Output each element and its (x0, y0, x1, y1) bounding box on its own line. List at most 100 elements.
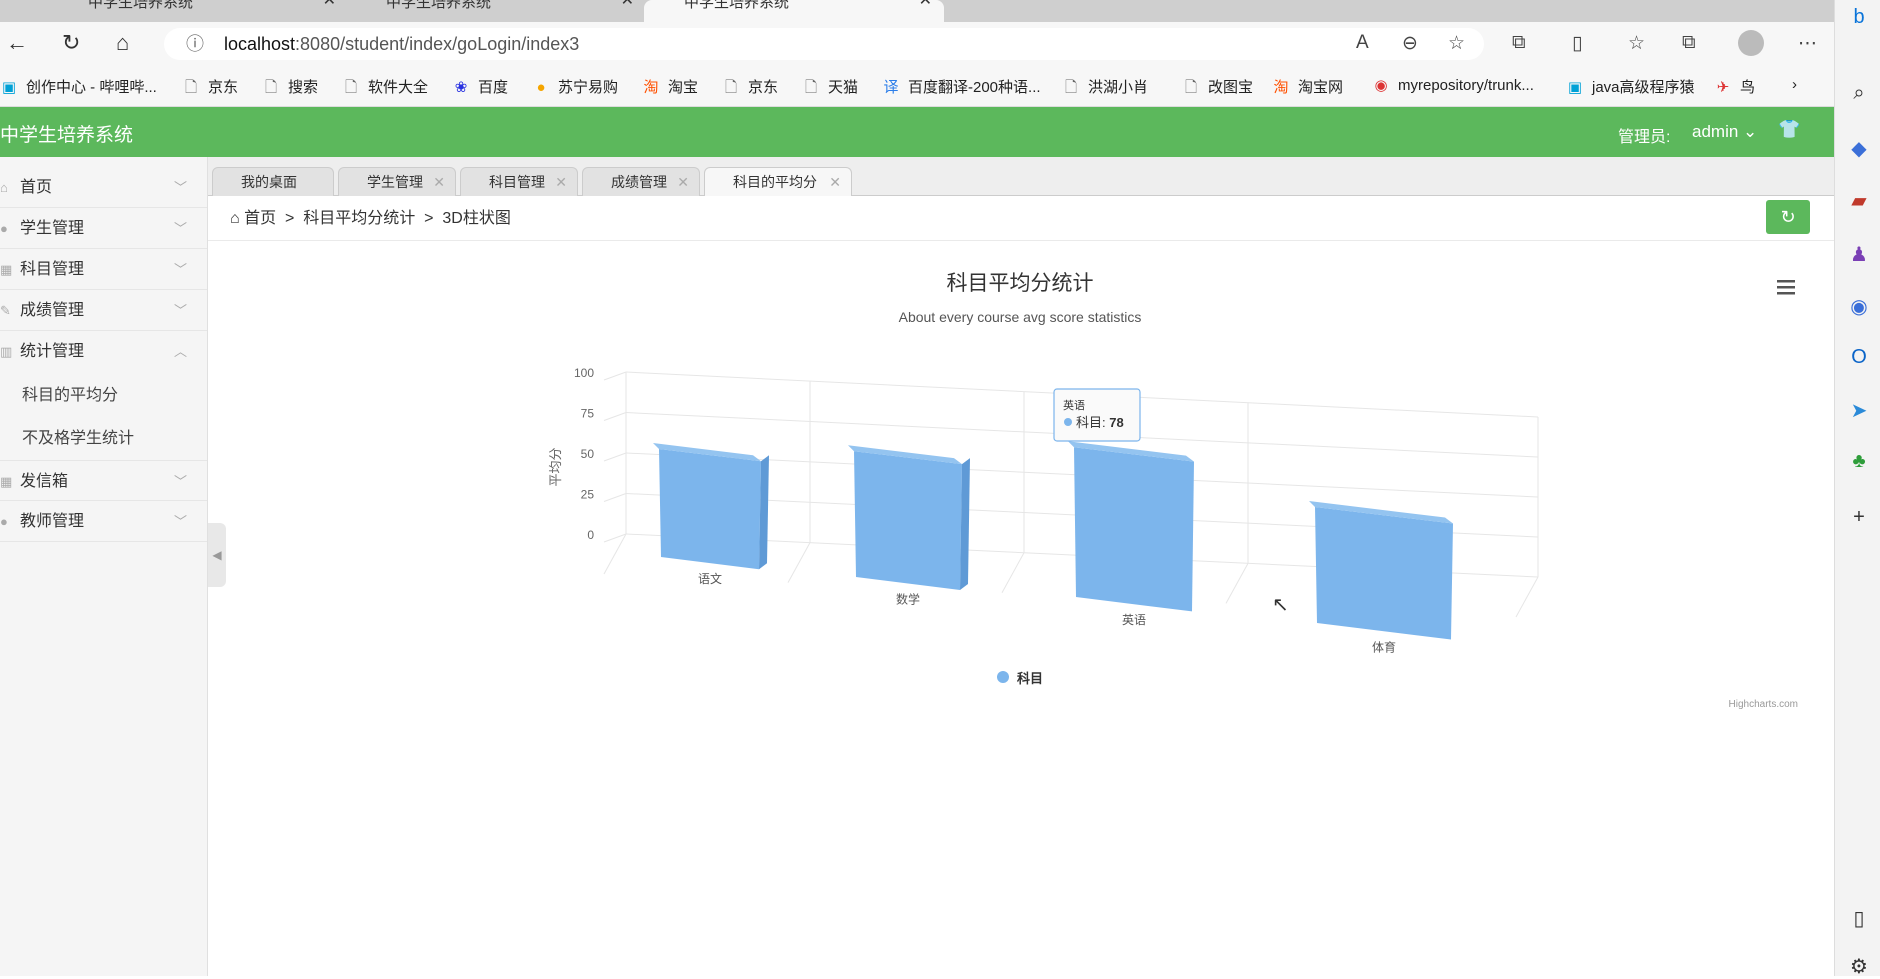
close-icon[interactable]: ✕ (829, 168, 841, 196)
floor-line (1515, 576, 1539, 618)
close-icon[interactable]: ✕ (555, 168, 567, 196)
bar[interactable] (848, 445, 970, 590)
close-icon[interactable]: ✕ (677, 168, 689, 196)
breadcrumb: ⌂ 首页 > 科目平均分统计 > 3D柱状图 (208, 196, 1834, 241)
browser-tab-active[interactable]: 中学生培养系统 ✕ (644, 0, 944, 22)
bookmark-item[interactable]: 译百度翻译-200种语... (882, 76, 1040, 97)
page-icon: 🗋 (804, 79, 818, 96)
collections-icon[interactable]: ⧉ (1682, 32, 1696, 54)
shopping-icon[interactable]: ◆ (1847, 136, 1871, 161)
browser-tab[interactable]: 中学生培养系统 ✕ (346, 0, 646, 22)
page-tab-strip: 我的桌面 学生管理 ✕ 科目管理 ✕ 成绩管理 ✕ 科目的平均分 ✕ (208, 157, 1834, 196)
settings-icon[interactable]: ⚙ (1847, 954, 1871, 979)
chevron-down-icon: ⌄ (1743, 122, 1758, 141)
tab-desktop[interactable]: 我的桌面 (212, 167, 334, 196)
legend-label: 科目 (1017, 671, 1043, 686)
bookmark-item[interactable]: 淘淘宝 (642, 76, 698, 97)
breadcrumb-level1[interactable]: 科目平均分统计 (303, 210, 415, 227)
bookmark-item[interactable]: 淘淘宝网 (1272, 76, 1343, 97)
close-icon[interactable]: ✕ (621, 0, 634, 9)
bar[interactable] (653, 443, 769, 570)
bookmark-item[interactable]: 🗋 搜索 (262, 76, 318, 102)
page-icon: 🗋 (344, 79, 358, 96)
sidebar-item-home[interactable]: ⌂ 首页 ﹀ (0, 167, 207, 208)
sidebar-item-fail-stats[interactable]: 不及格学生统计 (0, 418, 207, 459)
sidebar-item-avg-score[interactable]: 科目的平均分 (0, 375, 207, 416)
tooltip-value: 78 (1109, 415, 1123, 430)
sidebar-item-students[interactable]: ● 学生管理 ﹀ (0, 208, 207, 249)
tab-scores[interactable]: 成绩管理 ✕ (582, 167, 700, 196)
send-icon[interactable]: ➤ (1847, 398, 1871, 423)
sidebar-item-subjects[interactable]: ▦ 科目管理 ﹀ (0, 249, 207, 290)
bookmark-item[interactable]: 🗋 京东 (722, 76, 778, 102)
tree-icon[interactable]: ♣ (1847, 450, 1871, 473)
outlook-icon[interactable]: O (1847, 346, 1871, 369)
chart-title: 科目平均分统计 (947, 272, 1094, 295)
chart-menu-icon[interactable] (1777, 280, 1795, 295)
admin-menu[interactable]: admin ⌄ (1692, 122, 1757, 142)
bookmark-item[interactable]: 🗋 洪湖小肖 (1062, 76, 1148, 102)
browser-tab[interactable]: 中学生培养系统 ✕ (48, 0, 348, 22)
tab-label: 科目管理 (489, 174, 545, 190)
sidebar-item-teachers[interactable]: ● 教师管理 ﹀ (0, 501, 207, 542)
tooltip-series-line: 科目: 78 (1076, 415, 1124, 430)
skin-icon[interactable]: 👕 (1778, 119, 1800, 140)
bookmark-item[interactable]: 🗋 天猫 (802, 76, 858, 102)
zoom-icon[interactable]: ⊖ (1402, 32, 1418, 55)
bookmark-label: 百度 (478, 79, 509, 96)
chart: 科目平均分统计 About every course avg score sta… (548, 272, 1798, 710)
sidebar-label: 教师管理 (20, 513, 85, 530)
breadcrumb-home[interactable]: 首页 (244, 210, 276, 227)
bookmarks-more-icon[interactable]: › (1792, 76, 1797, 93)
table-icon: ▦ (0, 262, 13, 277)
home-icon[interactable]: ⌂ (116, 30, 129, 56)
info-icon[interactable]: ⓘ (186, 28, 204, 60)
floor-line (603, 533, 627, 575)
bookmark-item[interactable]: ❀ 百度 (452, 76, 508, 97)
profile-avatar[interactable] (1738, 30, 1764, 56)
sidebar-toggle-icon[interactable]: ▯ (1847, 906, 1871, 931)
search-icon[interactable]: ⌕ (1847, 82, 1871, 105)
add-icon[interactable]: + (1847, 506, 1871, 529)
bookmark-item[interactable]: 🗋 软件大全 (342, 76, 428, 102)
read-aloud-icon[interactable]: A (1356, 32, 1369, 54)
close-icon[interactable]: ✕ (323, 0, 336, 9)
close-icon[interactable]: ✕ (433, 168, 445, 196)
credits-link[interactable]: Highcharts.com (1729, 699, 1798, 710)
bing-icon[interactable]: b (1847, 6, 1871, 29)
extensions-icon[interactable]: ⧉ (1512, 32, 1526, 54)
sidebar-label: 科目的平均分 (22, 387, 119, 404)
tab-avg-score[interactable]: 科目的平均分 ✕ (704, 167, 852, 196)
more-icon[interactable]: ⋯ (1798, 32, 1817, 55)
favorite-add-icon[interactable]: ☆ (1448, 32, 1465, 55)
bookmark-item[interactable]: 🗋 改图宝 (1182, 76, 1253, 102)
url-input[interactable]: ⓘ localhost:8080/student/index/goLogin/in… (164, 28, 1484, 60)
bookmark-item[interactable]: 🗋 京东 (182, 76, 238, 102)
bookmark-item[interactable]: ● 苏宁易购 (532, 76, 618, 97)
sidebar-item-scores[interactable]: ✎ 成绩管理 ﹀ (0, 290, 207, 331)
tools-icon[interactable]: ▰ (1847, 188, 1871, 213)
sidebar-item-statistics[interactable]: ▥ 统计管理 ︿ (0, 331, 207, 372)
split-screen-icon[interactable]: ▯ (1572, 32, 1582, 55)
legend-item[interactable]: 科目 (997, 671, 1043, 686)
sidebar-item-outbox[interactable]: ▦ 发信箱 ﹀ (0, 460, 207, 501)
close-icon[interactable]: ✕ (919, 0, 932, 9)
taobao-icon: 淘 (1273, 79, 1289, 96)
bar[interactable] (1309, 501, 1453, 640)
games-icon[interactable]: ♟ (1847, 242, 1871, 267)
bar[interactable] (1068, 441, 1194, 612)
sidebar-label: 统计管理 (20, 343, 85, 360)
bookmark-item[interactable]: ◉ myrepository/trunk... (1372, 76, 1533, 94)
bilibili-icon: ▣ (1, 79, 17, 96)
bar-front (1074, 447, 1194, 612)
refresh-button[interactable]: ↻ (1766, 200, 1810, 234)
tab-students[interactable]: 学生管理 ✕ (338, 167, 456, 196)
office-icon[interactable]: ◉ (1847, 294, 1871, 319)
bookmark-item[interactable]: ▣ 创作中心 - 哔哩哔... (0, 76, 157, 97)
refresh-icon[interactable]: ↻ (62, 30, 80, 56)
back-icon[interactable]: ← (6, 30, 28, 56)
favorites-icon[interactable]: ☆ (1628, 32, 1645, 55)
bookmark-item[interactable]: ▣ java高级程序猿 (1566, 76, 1695, 97)
tab-subjects[interactable]: 科目管理 ✕ (460, 167, 578, 196)
bookmark-item[interactable]: ✈ 鸟 (1714, 76, 1755, 97)
